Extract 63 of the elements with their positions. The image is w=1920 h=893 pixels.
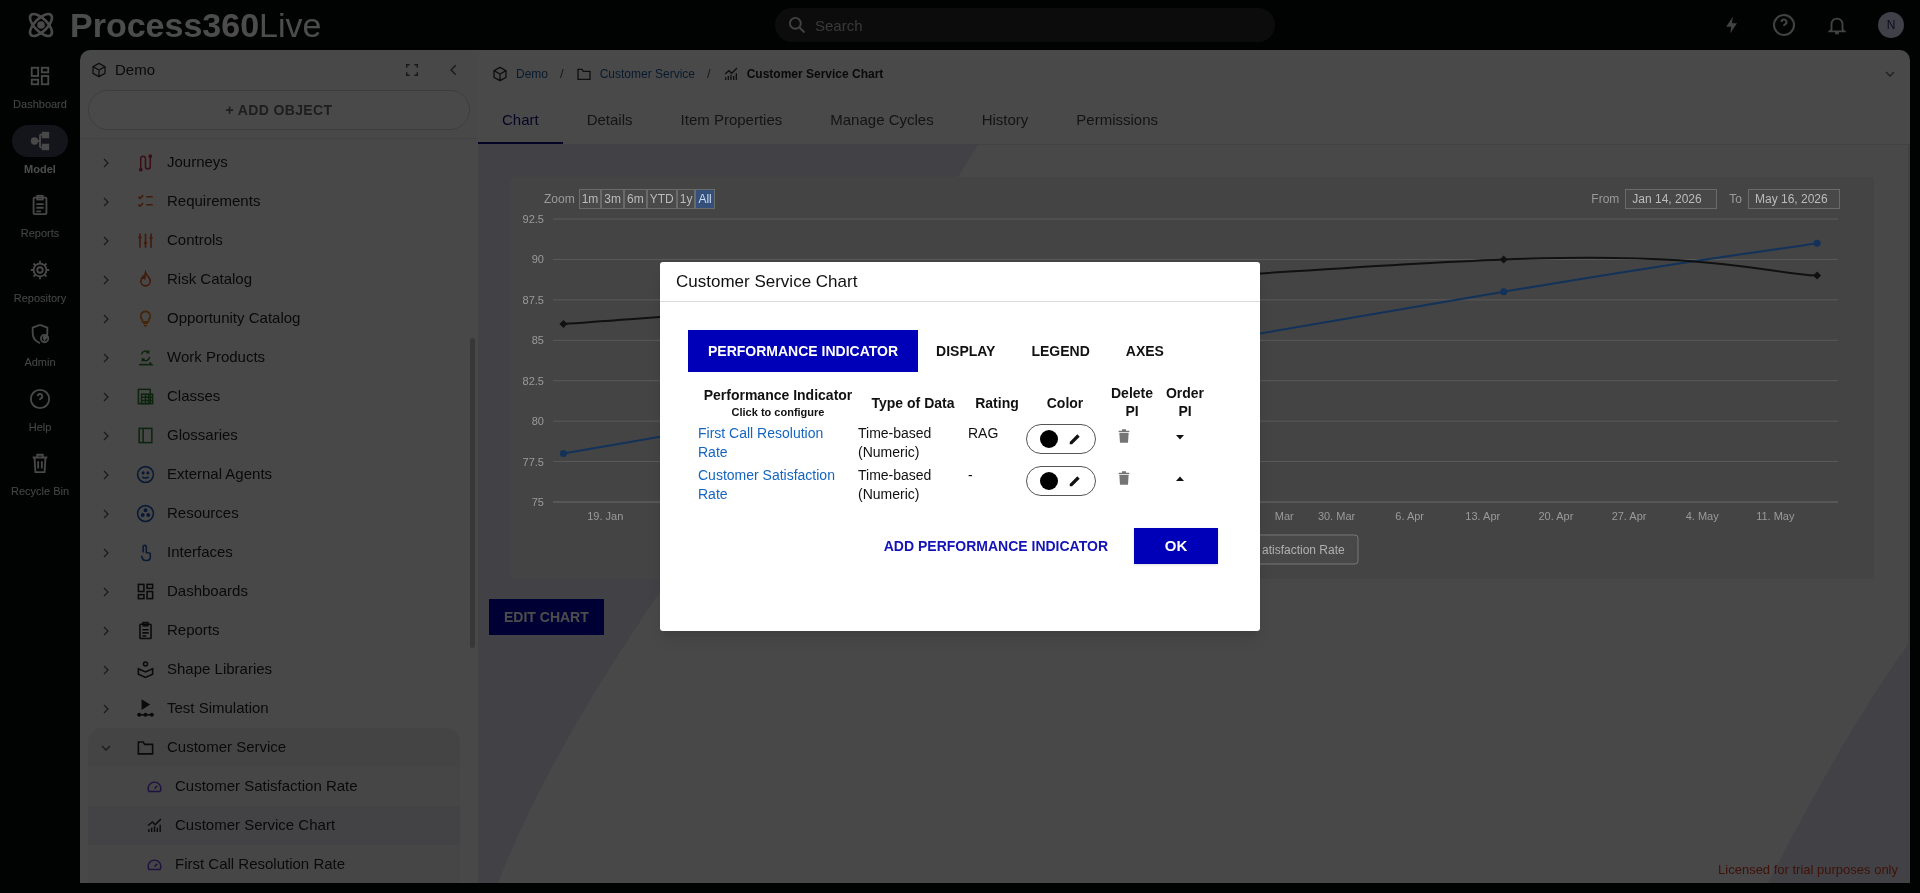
zoom-range-button[interactable]: 6m — [624, 189, 647, 209]
indicator-link[interactable]: First Call Resolution Rate — [698, 424, 856, 462]
column-header: Rating — [975, 393, 1019, 412]
indicator-link[interactable]: Customer Satisfaction Rate — [698, 466, 856, 504]
axis-tick-label: Mar — [1274, 510, 1294, 522]
axis-tick-label: 13. Apr — [1465, 510, 1501, 522]
to-date-field[interactable]: May 16, 2026 — [1748, 189, 1840, 209]
dialog-tab[interactable]: PERFORMANCE INDICATOR — [688, 330, 919, 372]
axis-tick-label: 80 — [531, 415, 544, 428]
breadcrumb-separator: / — [707, 65, 711, 84]
axis-tick-label: 82.5 — [522, 374, 544, 387]
zoom-range-button[interactable]: YTD — [646, 189, 677, 209]
pencil-icon — [1068, 432, 1082, 446]
column-header: Order PI — [1164, 384, 1206, 420]
table-cell-text: - — [968, 466, 974, 485]
dialog-tab[interactable]: LEGEND — [1013, 330, 1108, 372]
axis-tick-label: 77.5 — [522, 455, 544, 468]
add-performance-indicator-link[interactable]: ADD PERFORMANCE INDICATOR — [883, 535, 1108, 557]
axis-tick-label: 75 — [531, 496, 544, 508]
data-point — [559, 450, 567, 457]
data-point — [1813, 271, 1822, 280]
axis-tick-label: 30. Mar — [1317, 510, 1356, 522]
dialog-title: Customer Service Chart — [676, 270, 858, 293]
to-label: To — [1729, 191, 1742, 208]
trash-icon[interactable] — [1116, 428, 1132, 445]
dialog-tab[interactable]: AXES — [1107, 330, 1182, 372]
dialog-tab[interactable]: DISPLAY — [918, 330, 1014, 372]
data-point — [1499, 255, 1508, 264]
zoom-range-button[interactable]: 3m — [601, 189, 625, 209]
app-logo-text: Process360Live — [70, 8, 322, 42]
zoom-range-button[interactable]: All — [695, 189, 715, 209]
pencil-icon — [1068, 474, 1082, 488]
zoom-range-button[interactable]: 1m — [578, 189, 602, 209]
column-header: Color — [1046, 393, 1084, 412]
axis-tick-label: 19. Jan — [587, 510, 624, 522]
column-header: Delete PI — [1110, 384, 1154, 420]
zoom-label: Zoom — [544, 191, 575, 208]
from-label: From — [1591, 191, 1620, 208]
axis-tick-label: 90 — [531, 253, 544, 266]
from-date-field[interactable]: Jan 14, 2026 — [1625, 189, 1718, 209]
table-cell-text: Time-based (Numeric) — [858, 466, 933, 504]
trash-icon[interactable] — [1116, 470, 1132, 487]
breadcrumb-separator: / — [560, 65, 564, 84]
data-point — [559, 320, 568, 329]
license-note: Licensed for trial purposes only — [1718, 860, 1898, 879]
column-header: Performance Indicator — [703, 386, 853, 404]
axis-tick-label: 27. Apr — [1611, 510, 1647, 522]
table-cell-text: Time-based (Numeric) — [858, 424, 933, 462]
tree-title: Demo — [115, 59, 155, 80]
axis-tick-label: 6. Apr — [1395, 510, 1425, 522]
axis-tick-label: 4. May — [1685, 510, 1719, 522]
axis-tick-label: 85 — [531, 334, 544, 347]
axis-tick-label: 11. May — [1756, 510, 1795, 522]
axis-tick-label: 20. Apr — [1538, 510, 1574, 522]
column-hint: Click to configure — [731, 405, 825, 420]
column-header: Type of Data — [871, 393, 955, 412]
table-cell-text: RAG — [968, 424, 1000, 443]
ok-button[interactable]: OK — [1134, 528, 1218, 564]
data-point — [1813, 239, 1821, 247]
axis-tick-label: 87.5 — [522, 293, 544, 306]
data-point — [1500, 288, 1508, 296]
axis-tick-label: 92.5 — [522, 213, 544, 225]
breadcrumb-current: Customer Service Chart — [746, 66, 884, 83]
